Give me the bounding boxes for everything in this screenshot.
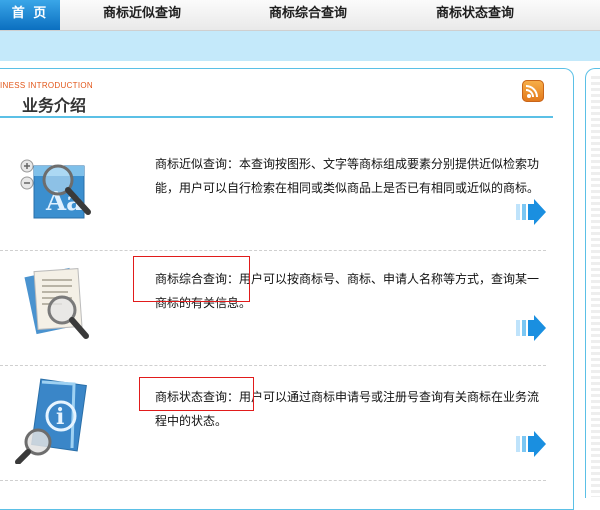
item-divider	[0, 365, 546, 366]
top-nav: 首 页 商标近似查询 商标综合查询 商标状态查询	[0, 0, 600, 31]
service-desc-similar: 商标近似查询：本查询按图形、文字等商标组成要素分别提供近似检索功能，用户可以自行…	[155, 157, 540, 195]
more-arrow-icon[interactable]	[516, 199, 546, 225]
more-arrow-icon[interactable]	[516, 431, 546, 457]
nav-status-search[interactable]: 商标状态查询	[425, 0, 525, 30]
magnifier-aa-icon: Aa	[20, 159, 91, 219]
highlight-box	[133, 256, 250, 302]
document-magnifier-icon	[24, 267, 89, 339]
header-band	[0, 31, 600, 61]
svg-text:i: i	[56, 404, 64, 430]
item-divider	[0, 480, 546, 481]
more-arrow-icon[interactable]	[516, 315, 546, 341]
nav-comprehensive-search[interactable]: 商标综合查询	[258, 0, 358, 30]
section-english-title: INESS INTRODUCTION	[0, 81, 93, 90]
section-title: 业务介绍	[22, 96, 87, 115]
rss-icon[interactable]	[522, 80, 544, 102]
nav-similar-search[interactable]: 商标近似查询	[92, 0, 192, 30]
item-divider	[0, 250, 546, 251]
info-book-magnifier-icon: i	[15, 378, 87, 464]
nav-home[interactable]: 首 页	[0, 0, 60, 30]
highlight-box	[139, 377, 254, 411]
right-panel-texture	[591, 76, 600, 497]
title-underline	[0, 116, 553, 118]
